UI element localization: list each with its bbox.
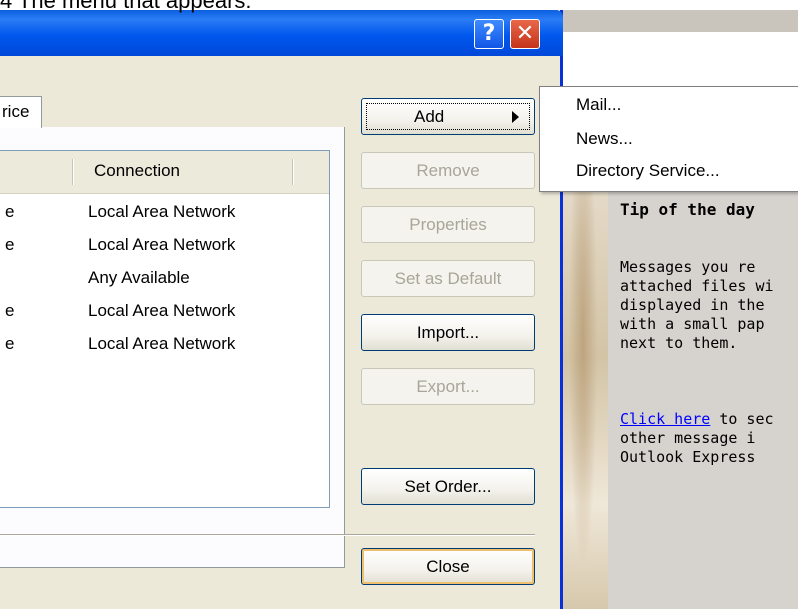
add-submenu: Mail... News... Directory Service...: [539, 86, 798, 192]
menu-item-news[interactable]: News...: [576, 129, 633, 149]
close-window-button[interactable]: ✕: [510, 19, 540, 49]
tip-title: Tip of the day: [620, 200, 755, 219]
table-row[interactable]: Any Available: [0, 261, 329, 294]
table-row[interactable]: e Local Area Network: [0, 327, 329, 360]
cell-connection: Local Area Network: [88, 202, 236, 221]
tab-directory-service[interactable]: rice: [0, 96, 42, 128]
cell-type: e: [5, 334, 15, 353]
set-as-default-button[interactable]: Set as Default: [361, 260, 535, 297]
export-button[interactable]: Export...: [361, 368, 535, 405]
cell-connection: Any Available: [88, 268, 190, 287]
accounts-dialog: ? ✕ rice Connection e Local Area Network …: [0, 10, 563, 609]
tip-link-block: Click here to sec other message i Outloo…: [620, 410, 774, 466]
divider: [0, 534, 535, 536]
close-button[interactable]: Close: [361, 548, 535, 585]
tip-body: Messages you re attached files wi displa…: [620, 258, 774, 352]
cell-type: e: [5, 301, 15, 320]
set-order-button[interactable]: Set Order...: [361, 468, 535, 505]
column-divider-highlight: [293, 159, 294, 185]
table-row[interactable]: e Local Area Network: [0, 228, 329, 261]
table-row[interactable]: e Local Area Network: [0, 294, 329, 327]
cell-connection: Local Area Network: [88, 301, 236, 320]
background-window-bar: [560, 10, 798, 32]
properties-button[interactable]: Properties: [361, 206, 535, 243]
accounts-list[interactable]: Connection e Local Area Network e Local Ar…: [0, 150, 330, 508]
import-button[interactable]: Import...: [361, 314, 535, 351]
tip-panel: [608, 190, 798, 609]
menu-item-directory-service[interactable]: Directory Service...: [576, 161, 720, 181]
cell-connection: Local Area Network: [88, 235, 236, 254]
click-here-link[interactable]: Click here: [620, 410, 710, 428]
add-button-label: Add: [414, 107, 445, 126]
cell-type: e: [5, 202, 15, 221]
cell-connection: Local Area Network: [88, 334, 236, 353]
list-header: Connection: [0, 151, 329, 194]
add-button[interactable]: Add: [361, 98, 535, 135]
title-bar: ? ✕: [0, 10, 563, 56]
column-divider-highlight: [73, 159, 74, 185]
menu-item-mail[interactable]: Mail...: [576, 95, 621, 115]
remove-button[interactable]: Remove: [361, 152, 535, 189]
caption-text: 4 The menu that appears:: [0, 0, 252, 13]
table-row[interactable]: e Local Area Network: [0, 195, 329, 228]
column-header-connection[interactable]: Connection: [94, 161, 180, 181]
focus-rect: [366, 103, 530, 130]
decorative-graphic: [560, 190, 608, 609]
submenu-arrow-icon: [512, 111, 519, 123]
help-button[interactable]: ?: [474, 19, 504, 49]
cell-type: e: [5, 235, 15, 254]
